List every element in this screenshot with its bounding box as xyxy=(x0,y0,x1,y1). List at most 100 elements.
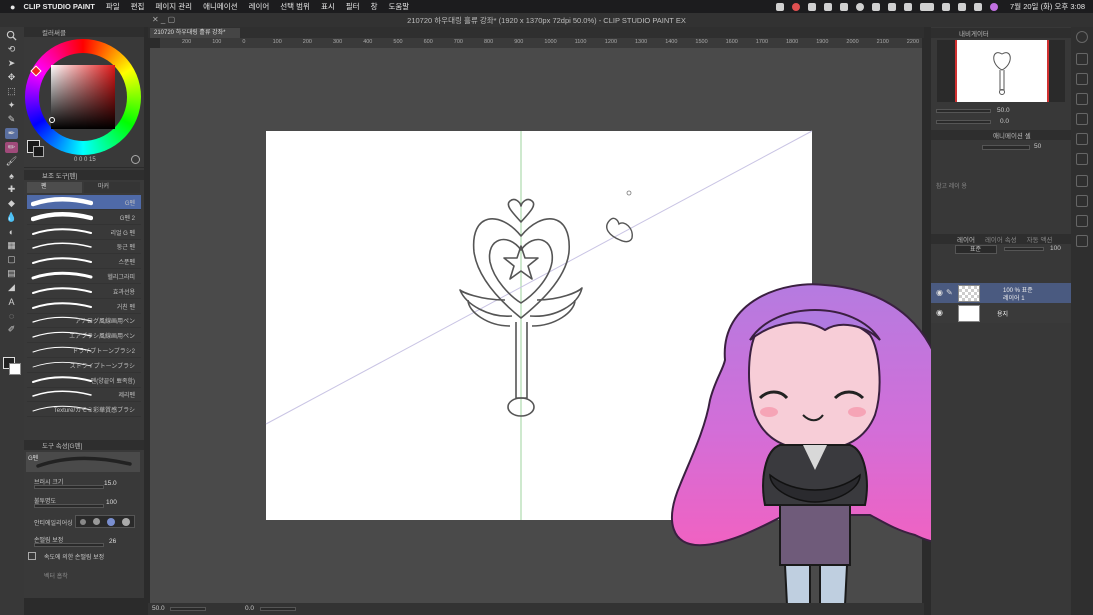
menu-filter[interactable]: 필터 xyxy=(346,1,360,12)
brush-item[interactable]: 둥근 펜 xyxy=(27,239,141,255)
ruler-tool-icon[interactable]: ◢ xyxy=(5,282,18,293)
layer-tab-property[interactable]: 레이어 속성 xyxy=(985,234,1017,244)
zoom-slider[interactable] xyxy=(170,607,206,611)
brush-item[interactable]: G펜 2 xyxy=(27,210,141,225)
layer-opacity-value[interactable]: 100 xyxy=(1050,245,1061,252)
input-source-icon[interactable] xyxy=(872,2,881,11)
brush-item[interactable]: 헬리그라피 xyxy=(27,269,141,284)
eraser-tool-icon[interactable]: ◆ xyxy=(5,198,18,209)
clock[interactable]: 7월 20일 (화) 오후 3:08 xyxy=(1010,1,1085,12)
wifi-icon[interactable] xyxy=(942,2,951,11)
search-icon[interactable] xyxy=(958,2,967,11)
brush-tool-icon[interactable]: 🖌 xyxy=(5,156,18,167)
control-center-icon[interactable] xyxy=(974,2,983,11)
navigator-preview[interactable] xyxy=(937,40,1065,102)
brush-item[interactable]: ストライプトーンブラシ xyxy=(27,358,141,373)
move-tool-icon[interactable]: ✥ xyxy=(5,72,18,83)
pencil-tool-icon[interactable]: ✏ xyxy=(5,142,18,153)
brush-item[interactable]: 거친 펜 xyxy=(27,299,141,314)
hsv-toggle-icon[interactable] xyxy=(131,155,140,164)
brush-size-value[interactable]: 15.0 xyxy=(104,480,117,487)
volume-icon[interactable] xyxy=(888,2,897,11)
subtool-tab-marker[interactable]: 마커 xyxy=(84,182,140,193)
pen-tool-icon[interactable]: ✒ xyxy=(5,128,18,139)
brush-item[interactable]: アナログ風線画用ペン xyxy=(27,313,141,329)
object-tool-icon[interactable]: ➤ xyxy=(5,58,18,69)
navigator-rotate-value[interactable]: 0.0 xyxy=(1000,118,1009,125)
eye-icon[interactable]: ◉ xyxy=(936,288,943,297)
frame-tool-icon[interactable]: ▤ xyxy=(5,268,18,279)
brush-item[interactable]: G펜 xyxy=(27,195,141,210)
blend-tool-icon[interactable]: 💧 xyxy=(5,212,18,223)
saturation-value-square[interactable] xyxy=(51,65,115,129)
grid-icon[interactable] xyxy=(824,2,833,11)
material-5-icon[interactable] xyxy=(1076,153,1088,165)
menu-view[interactable]: 표시 xyxy=(321,1,335,12)
layer-tab-layer[interactable]: 레이어 xyxy=(957,234,975,244)
brush-item[interactable]: 효과선용 xyxy=(27,284,141,299)
sub-color-chip[interactable] xyxy=(33,146,44,157)
selection-tool-icon[interactable]: ⬚ xyxy=(5,86,18,97)
zoom-tool-icon[interactable] xyxy=(5,30,18,41)
brush-item[interactable]: Texture/カモミ彩華質感ブラシ xyxy=(27,402,141,418)
menu-help[interactable]: 도움말 xyxy=(388,1,409,12)
menu-file[interactable]: 파일 xyxy=(106,1,120,12)
layer-opacity-slider[interactable] xyxy=(1004,247,1044,251)
brush-item[interactable]: 펜(양끝이 뾰족함) xyxy=(27,373,141,388)
animation-slider[interactable] xyxy=(982,145,1030,150)
eyedropper-tool-icon[interactable]: ✎ xyxy=(5,114,18,125)
fill-tool-icon[interactable]: ◐ xyxy=(5,226,18,237)
search-icon[interactable] xyxy=(1076,31,1088,43)
bluetooth-app-icon[interactable] xyxy=(840,2,849,11)
subtool-tab-pen[interactable]: 펜 xyxy=(27,182,82,193)
zoom-readout[interactable]: 50.0 xyxy=(152,605,165,612)
animation-value[interactable]: 50 xyxy=(1034,143,1041,150)
brush-size-slider[interactable] xyxy=(34,485,104,489)
menu-edit[interactable]: 편집 xyxy=(131,1,145,12)
brush-item[interactable]: 제리펜 xyxy=(27,387,141,403)
balloon-tool-icon[interactable]: ◌ xyxy=(5,310,18,321)
blend-mode-select[interactable]: 표준 xyxy=(955,245,997,254)
app-menu[interactable]: CLIP STUDIO PAINT xyxy=(23,2,94,11)
angle-slider[interactable] xyxy=(260,607,296,611)
material-6-icon[interactable] xyxy=(1076,175,1088,187)
close-icon[interactable] xyxy=(1076,93,1088,105)
record-icon[interactable] xyxy=(792,2,801,11)
material-8-icon[interactable] xyxy=(1076,215,1088,227)
menu-selection[interactable]: 선택 범위 xyxy=(280,1,310,12)
text-tool-icon[interactable]: A xyxy=(5,296,18,307)
layer-tab-autoaction[interactable]: 자동 액션 xyxy=(1027,234,1053,244)
stabilization-slider[interactable] xyxy=(34,543,104,547)
decoration-tool-icon[interactable]: ✚ xyxy=(5,184,18,195)
brush-item[interactable]: 리얼 G 펜 xyxy=(27,225,141,240)
brush-item[interactable]: エアブラシ風線画用ペン xyxy=(27,328,141,344)
navigator-zoom-value[interactable]: 50.0 xyxy=(997,107,1010,114)
airbrush-tool-icon[interactable]: ♠ xyxy=(5,170,18,181)
material-9-icon[interactable] xyxy=(1076,235,1088,247)
antialias-options[interactable] xyxy=(75,515,135,528)
rotate-tool-icon[interactable]: ⟲ xyxy=(5,44,18,55)
lasso-tool-icon[interactable]: ✦ xyxy=(5,100,18,111)
color-picker-marker[interactable] xyxy=(49,117,55,123)
menu-animation[interactable]: 애니메이션 xyxy=(203,1,238,12)
material-2-icon[interactable] xyxy=(1076,73,1088,85)
battery-icon[interactable] xyxy=(920,2,935,11)
opacity-slider[interactable] xyxy=(34,504,104,508)
navigator-zoom-slider[interactable] xyxy=(936,109,991,113)
figure-tool-icon[interactable]: ▢ xyxy=(5,254,18,265)
creative-cloud-icon[interactable] xyxy=(776,2,785,11)
siri-icon[interactable] xyxy=(990,2,999,11)
speed-stabilization-checkbox[interactable] xyxy=(28,552,36,560)
navigator-rotate-slider[interactable] xyxy=(936,120,991,124)
angle-readout[interactable]: 0.0 xyxy=(245,605,254,612)
stabilization-value[interactable]: 26 xyxy=(109,538,116,545)
material-7-icon[interactable] xyxy=(1076,195,1088,207)
layer-row-1[interactable]: ◉ ✎ 100 % 표준 레이어 1 xyxy=(931,283,1071,303)
material-3-icon[interactable] xyxy=(1076,113,1088,125)
gradient-tool-icon[interactable]: ▦ xyxy=(5,240,18,251)
eye-icon[interactable]: ◉ xyxy=(936,308,943,317)
app-icon[interactable] xyxy=(808,2,817,11)
menu-page[interactable]: 페이지 관리 xyxy=(155,1,192,12)
brush-item[interactable]: 스푼펜 xyxy=(27,254,141,270)
material-4-icon[interactable] xyxy=(1076,133,1088,145)
